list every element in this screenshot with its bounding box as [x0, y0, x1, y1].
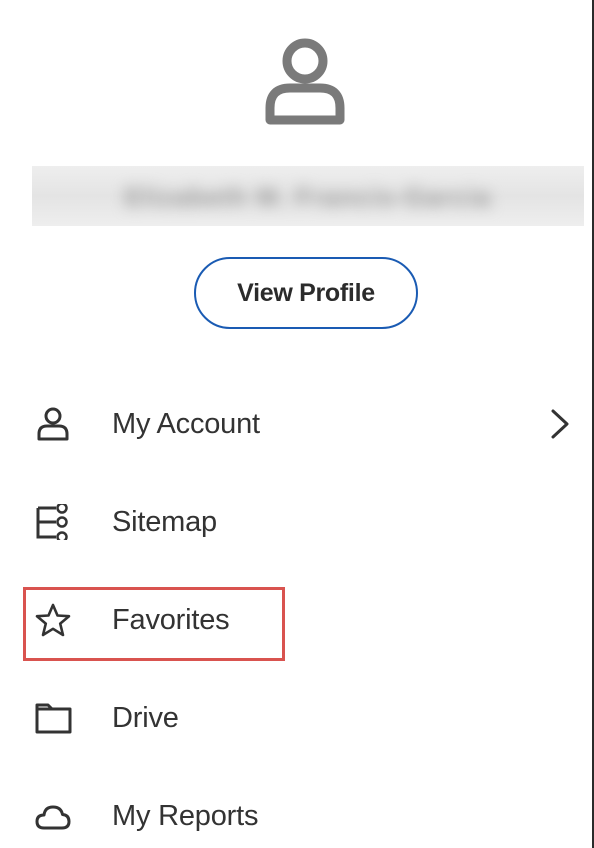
star-icon — [34, 602, 72, 638]
avatar — [262, 36, 348, 126]
menu-item-label: My Account — [112, 408, 260, 440]
person-icon — [34, 406, 72, 442]
menu-item-my-reports[interactable]: My Reports — [0, 786, 592, 846]
view-profile-button[interactable]: View Profile — [194, 257, 418, 329]
user-name-text: Elizabeth M. Francis-Garcia — [124, 182, 492, 212]
menu-item-sitemap[interactable]: Sitemap — [0, 492, 592, 552]
sitemap-icon — [34, 502, 72, 543]
menu-item-label: Drive — [112, 702, 179, 734]
menu-item-my-account[interactable]: My Account — [0, 394, 592, 454]
menu-item-label: Favorites — [112, 604, 230, 636]
folder-icon — [34, 700, 72, 736]
menu-item-label: Sitemap — [112, 506, 217, 538]
menu-item-label: My Reports — [112, 800, 259, 832]
user-name: Elizabeth M. Francis-Garcia — [32, 166, 584, 226]
chevron-right-icon[interactable] — [548, 406, 572, 442]
user-avatar-icon — [265, 38, 345, 125]
menu-item-favorites[interactable]: Favorites — [0, 590, 592, 650]
cloud-icon — [34, 798, 72, 834]
profile-menu-panel: Elizabeth M. Francis-Garcia View Profile… — [0, 0, 594, 848]
menu-item-drive[interactable]: Drive — [0, 688, 592, 748]
